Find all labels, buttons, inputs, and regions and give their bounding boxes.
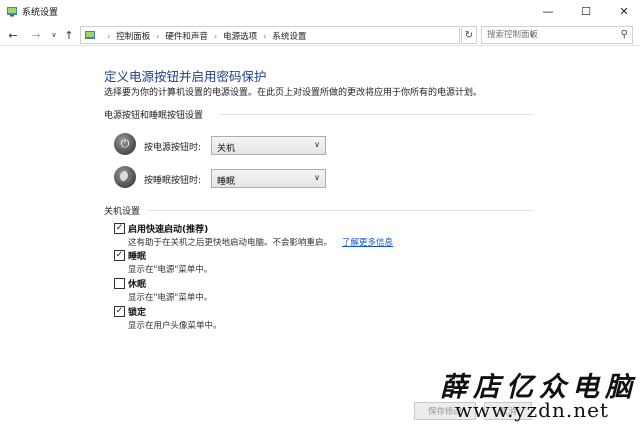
learn-more-link[interactable]: 了解更多信息 <box>342 238 393 248</box>
search-input[interactable] <box>482 27 614 43</box>
chevron-right-icon: › <box>107 31 111 41</box>
chevron-right-icon[interactable]: › <box>214 32 217 41</box>
page-title: 定义电源按钮并启用密码保护 <box>104 69 267 84</box>
main-content: 定义电源按钮并启用密码保护 选择要为你的计算机设置的电源设置。在此页上对设置所做… <box>0 47 640 427</box>
fast-startup-description: 这有助于在关机之后更快地启动电脑。不会影响重启。 了解更多信息 <box>128 236 393 248</box>
power-button-select[interactable]: 关机 ∨ <box>211 136 326 155</box>
control-panel-icon <box>7 7 17 17</box>
fast-startup-desc-text: 这有助于在关机之后更快地启动电脑。不会影响重启。 <box>128 238 333 248</box>
breadcrumb-item-control-panel[interactable]: 控制面板 <box>116 30 150 42</box>
address-bar[interactable]: › 控制面板 › 硬件和声音 › 电源选项 › 系统设置 ∨ <box>80 26 535 44</box>
group-divider <box>148 210 534 211</box>
group-title-shutdown: 关机设置 <box>104 207 141 217</box>
lock-checkbox[interactable]: ✓ <box>114 306 125 317</box>
close-icon[interactable]: ✕ <box>606 0 640 22</box>
chevron-down-icon: ∨ <box>314 140 320 149</box>
sleep-button-select[interactable]: 睡眠 ∨ <box>211 169 326 188</box>
hibernate-option-description: 显示在"电源"菜单中。 <box>128 293 213 303</box>
watermark-url: www.yzdn.net <box>455 398 609 422</box>
power-button-select-value: 关机 <box>217 144 236 154</box>
sleep-button-select-value: 睡眠 <box>217 177 236 187</box>
breadcrumb-item-power-options[interactable]: 电源选项 <box>223 30 257 42</box>
sleep-button-label: 按睡眠按钮时: <box>144 176 202 186</box>
fast-startup-checkbox[interactable]: ✓ <box>114 223 125 234</box>
group-divider <box>220 114 534 115</box>
lock-option-description: 显示在用户头像菜单中。 <box>128 321 222 331</box>
up-arrow-icon[interactable]: ↑ <box>62 27 76 43</box>
hibernate-checkbox[interactable] <box>114 278 125 289</box>
sleep-checkbox[interactable]: ✓ <box>114 250 125 261</box>
breadcrumb-item-system-settings[interactable]: 系统设置 <box>272 30 306 42</box>
window-title: 系统设置 <box>22 8 59 18</box>
sleep-option-description: 显示在"电源"菜单中。 <box>128 265 213 275</box>
sleep-option-label: 睡眠 <box>128 252 147 262</box>
back-arrow-icon[interactable]: ← <box>6 27 20 43</box>
breadcrumb-item-hardware-sound[interactable]: 硬件和声音 <box>165 30 208 42</box>
maximize-icon[interactable]: ☐ <box>568 0 604 22</box>
power-button-icon: ⏻ <box>114 133 136 155</box>
minimize-icon[interactable]: — <box>530 0 566 22</box>
control-panel-icon <box>85 31 95 39</box>
lock-option-label: 锁定 <box>128 308 147 318</box>
chevron-right-icon[interactable]: › <box>263 32 266 41</box>
group-title-power-buttons: 电源按钮和睡眠按钮设置 <box>104 111 204 121</box>
forward-arrow-icon[interactable]: → <box>29 27 43 43</box>
chevron-down-icon[interactable]: ∨ <box>47 27 61 43</box>
refresh-icon[interactable]: ↻ <box>461 26 477 44</box>
page-description: 选择要为你的计算机设置的电源设置。在此页上对设置所做的更改将应用于你所有的电源计… <box>104 88 483 98</box>
breadcrumb: › 控制面板 › 硬件和声音 › 电源选项 › 系统设置 <box>101 30 306 43</box>
chevron-right-icon[interactable]: › <box>156 32 159 41</box>
address-row: ← → ∨ ↑ › 控制面板 › 硬件和声音 › 电源选项 › 系统设置 ∨ ↻… <box>0 24 640 46</box>
search-icon[interactable]: ⚲ <box>621 29 628 40</box>
power-button-label: 按电源按钮时: <box>144 143 202 153</box>
fast-startup-label: 启用快速启动(推荐) <box>128 225 209 235</box>
hibernate-option-label: 休眠 <box>128 280 147 290</box>
title-bar: 系统设置 — ☐ ✕ <box>0 0 640 22</box>
sleep-button-icon <box>114 166 136 188</box>
search-box[interactable]: ⚲ <box>481 26 633 44</box>
chevron-down-icon: ∨ <box>314 173 320 182</box>
